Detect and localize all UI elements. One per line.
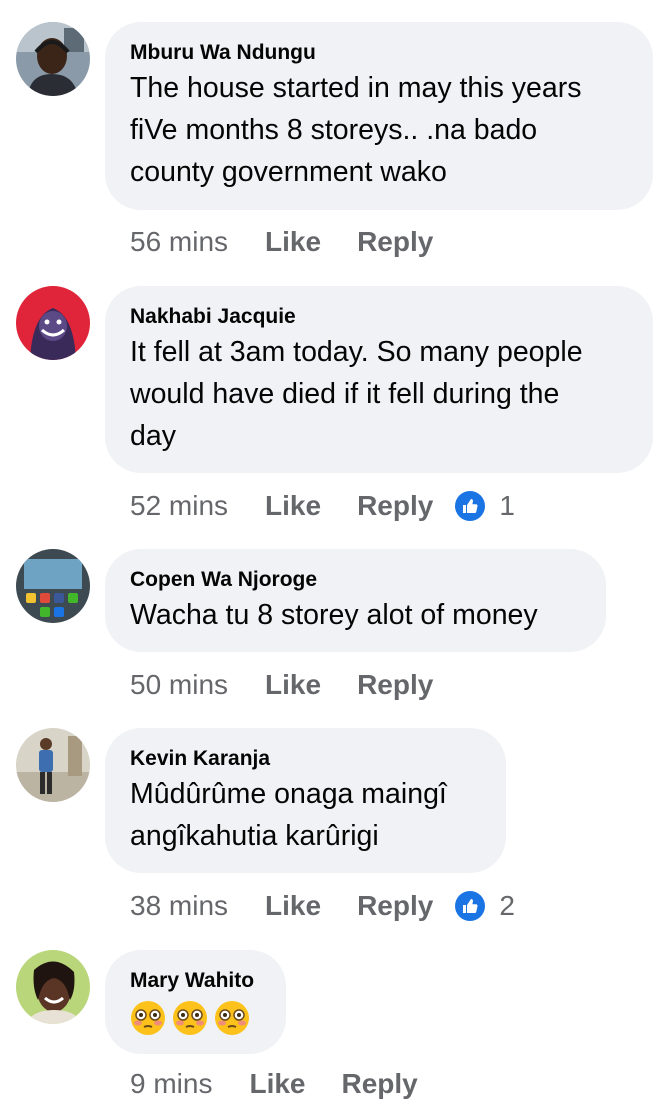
emoji-row	[130, 1000, 261, 1036]
timestamp[interactable]: 50 mins	[130, 669, 228, 701]
flushed-face-emoji	[130, 1000, 166, 1036]
reaction-count: 1	[499, 490, 515, 521]
comment-text: It fell at 3am today. So many people wou…	[130, 336, 583, 452]
comment-bubble: Nakhabi Jacquie It fell at 3am today. So…	[105, 286, 653, 473]
reaction-summary[interactable]: 1	[455, 490, 515, 522]
comment-bubble: Copen Wa Njoroge Wacha tu 8 storey alot …	[105, 549, 606, 652]
comment-actions: 9 mins Like Reply	[130, 1064, 440, 1104]
profile-photo-icon	[16, 286, 90, 360]
comment-text: The house started in may this years fiVe…	[130, 72, 582, 188]
profile-photo-icon	[16, 549, 90, 623]
comment-actions: 38 mins Like Reply 2	[130, 886, 515, 926]
reaction-count: 2	[499, 890, 515, 921]
profile-photo-icon	[16, 950, 90, 1024]
timestamp[interactable]: 9 mins	[130, 1068, 212, 1100]
avatar[interactable]	[16, 286, 90, 360]
reply-button[interactable]: Reply	[342, 1068, 418, 1100]
comment-text: Mûdûrûme onaga maingî angîkahutia karûri…	[130, 778, 447, 852]
profile-photo-icon	[16, 22, 90, 96]
avatar[interactable]	[16, 728, 90, 802]
comment-actions: 50 mins Like Reply	[130, 665, 455, 705]
avatar[interactable]	[16, 549, 90, 623]
like-button[interactable]: Like	[265, 226, 321, 258]
timestamp[interactable]: 56 mins	[130, 226, 228, 258]
comment-bubble: Mburu Wa Ndungu The house started in may…	[105, 22, 653, 210]
comment-actions: 56 mins Like Reply	[130, 222, 455, 262]
comment-bubble: Kevin Karanja Mûdûrûme onaga maingî angî…	[105, 728, 506, 873]
author-name[interactable]: Mary Wahito	[130, 968, 261, 994]
like-button[interactable]: Like	[265, 890, 321, 922]
author-name[interactable]: Kevin Karanja	[130, 746, 481, 772]
reply-button[interactable]: Reply	[357, 890, 433, 922]
avatar[interactable]	[16, 22, 90, 96]
author-name[interactable]: Mburu Wa Ndungu	[130, 40, 628, 66]
profile-photo-icon	[16, 728, 90, 802]
timestamp[interactable]: 38 mins	[130, 890, 228, 922]
author-name[interactable]: Nakhabi Jacquie	[130, 304, 628, 330]
like-button[interactable]: Like	[265, 669, 321, 701]
reply-button[interactable]: Reply	[357, 669, 433, 701]
reply-button[interactable]: Reply	[357, 226, 433, 258]
comment-text: Wacha tu 8 storey alot of money	[130, 599, 538, 631]
comment-bubble: Mary Wahito	[105, 950, 286, 1054]
author-name[interactable]: Copen Wa Njoroge	[130, 567, 581, 593]
avatar[interactable]	[16, 950, 90, 1024]
reaction-summary[interactable]: 2	[455, 890, 515, 922]
timestamp[interactable]: 52 mins	[130, 490, 228, 522]
flushed-face-emoji	[172, 1000, 208, 1036]
like-button[interactable]: Like	[249, 1068, 305, 1100]
reply-button[interactable]: Reply	[357, 490, 433, 522]
like-button[interactable]: Like	[265, 490, 321, 522]
flushed-face-emoji	[214, 1000, 250, 1036]
like-thumb-icon	[455, 891, 486, 921]
comment-actions: 52 mins Like Reply 1	[130, 486, 515, 526]
like-thumb-icon	[455, 491, 486, 521]
